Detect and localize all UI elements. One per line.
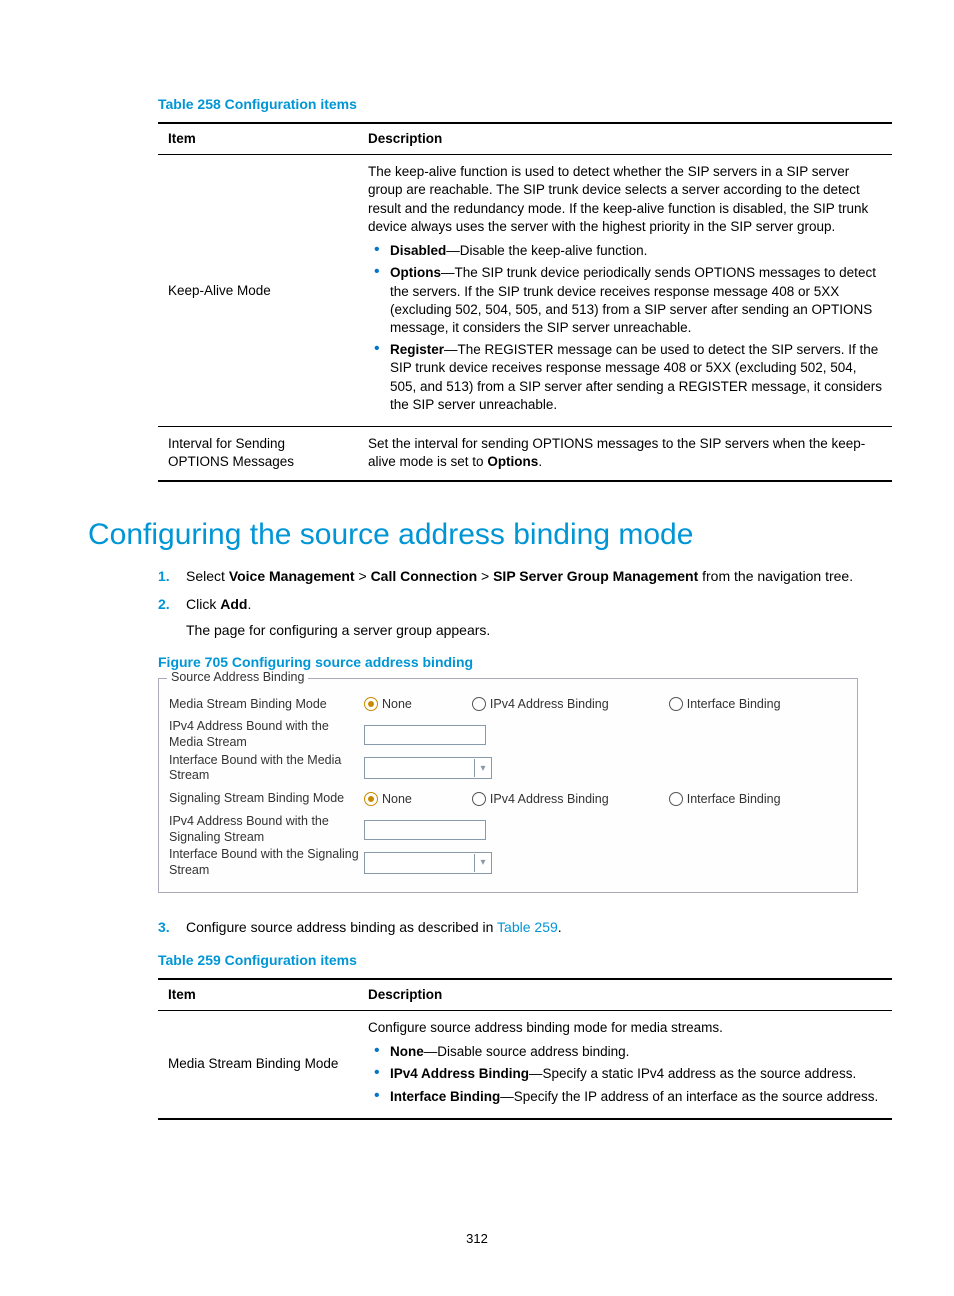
source-address-binding-fieldset: Source Address Binding Media Stream Bind…: [158, 678, 858, 893]
table-row: Keep-Alive Mode The keep-alive function …: [158, 155, 892, 427]
table-259-row0-intro: Configure source address binding mode fo…: [368, 1019, 882, 1037]
table-258-header-item: Item: [158, 123, 358, 155]
label-sig-ipv4: IPv4 Address Bound with the Signaling St…: [169, 814, 364, 845]
radio-sig-iface[interactable]: Interface Binding: [669, 792, 781, 806]
table-258-row0-item: Keep-Alive Mode: [158, 155, 358, 427]
select-sig-iface[interactable]: ▾: [364, 852, 492, 874]
list-item: Register—The REGISTER message can be use…: [368, 341, 882, 414]
radio-icon: [472, 697, 486, 711]
step-number: 2.: [158, 594, 170, 614]
step-2: 2. Click Add. The page for configuring a…: [158, 594, 868, 641]
row-media-ipv4: IPv4 Address Bound with the Media Stream: [169, 719, 847, 750]
chevron-down-icon: ▾: [474, 854, 491, 872]
figure-705-caption: Figure 705 Configuring source address bi…: [158, 654, 866, 670]
radio-icon: [669, 697, 683, 711]
step-2-sub: The page for configuring a server group …: [186, 620, 868, 640]
input-media-ipv4[interactable]: [364, 725, 486, 745]
step-number: 3.: [158, 917, 170, 937]
table-258: Item Description Keep-Alive Mode The kee…: [158, 122, 892, 482]
list-item: IPv4 Address Binding—Specify a static IP…: [368, 1065, 882, 1083]
radio-media-none[interactable]: None: [364, 697, 412, 711]
table-258-row0-bullets: Disabled—Disable the keep-alive function…: [368, 242, 882, 414]
label-sig-iface: Interface Bound with the Signaling Strea…: [169, 847, 364, 878]
row-sig-iface: Interface Bound with the Signaling Strea…: [169, 847, 847, 878]
list-item: Options—The SIP trunk device periodicall…: [368, 264, 882, 337]
table-259-row0-desc: Configure source address binding mode fo…: [358, 1010, 892, 1118]
table-259-header-item: Item: [158, 979, 358, 1011]
table-row: Interval for Sending OPTIONS Messages Se…: [158, 427, 892, 481]
step-3: 3. Configure source address binding as d…: [158, 917, 868, 937]
fieldset-legend: Source Address Binding: [167, 670, 308, 684]
row-media-mode: Media Stream Binding Mode None IPv4 Addr…: [169, 691, 847, 717]
list-item: None—Disable source address binding.: [368, 1043, 882, 1061]
input-sig-ipv4[interactable]: [364, 820, 486, 840]
steps-list: 1. Select Voice Management > Call Connec…: [158, 566, 868, 641]
section-heading: Configuring the source address binding m…: [88, 518, 866, 552]
step-1: 1. Select Voice Management > Call Connec…: [158, 566, 868, 586]
table-258-row1-item: Interval for Sending OPTIONS Messages: [158, 427, 358, 481]
table-258-row1-desc: Set the interval for sending OPTIONS mes…: [358, 427, 892, 481]
steps-list-cont: 3. Configure source address binding as d…: [158, 917, 868, 937]
page-number: 312: [0, 1231, 954, 1246]
radio-media-ipv4[interactable]: IPv4 Address Binding: [472, 697, 609, 711]
radio-sig-ipv4[interactable]: IPv4 Address Binding: [472, 792, 609, 806]
table-259-row0-bullets: None—Disable source address binding. IPv…: [368, 1043, 882, 1106]
table-258-caption: Table 258 Configuration items: [158, 96, 866, 112]
row-sig-ipv4: IPv4 Address Bound with the Signaling St…: [169, 814, 847, 845]
radio-icon: [472, 792, 486, 806]
table-258-row0-intro: The keep-alive function is used to detec…: [368, 163, 882, 236]
table-row: Media Stream Binding Mode Configure sour…: [158, 1010, 892, 1118]
radio-icon: [364, 697, 378, 711]
table-259: Item Description Media Stream Binding Mo…: [158, 978, 892, 1120]
label-sig-mode: Signaling Stream Binding Mode: [169, 791, 364, 807]
radio-media-iface[interactable]: Interface Binding: [669, 697, 781, 711]
link-table-259[interactable]: Table 259: [497, 919, 558, 935]
list-item: Disabled—Disable the keep-alive function…: [368, 242, 882, 260]
table-259-caption: Table 259 Configuration items: [158, 952, 866, 968]
radio-sig-none[interactable]: None: [364, 792, 412, 806]
chevron-down-icon: ▾: [474, 759, 491, 777]
radio-icon: [364, 792, 378, 806]
table-259-header-desc: Description: [358, 979, 892, 1011]
label-media-ipv4: IPv4 Address Bound with the Media Stream: [169, 719, 364, 750]
list-item: Interface Binding—Specify the IP address…: [368, 1088, 882, 1106]
row-media-iface: Interface Bound with the Media Stream ▾: [169, 753, 847, 784]
row-sig-mode: Signaling Stream Binding Mode None IPv4 …: [169, 786, 847, 812]
select-media-iface[interactable]: ▾: [364, 757, 492, 779]
table-258-row0-desc: The keep-alive function is used to detec…: [358, 155, 892, 427]
label-media-mode: Media Stream Binding Mode: [169, 697, 364, 713]
table-258-header-desc: Description: [358, 123, 892, 155]
step-number: 1.: [158, 566, 170, 586]
label-media-iface: Interface Bound with the Media Stream: [169, 753, 364, 784]
table-259-row0-item: Media Stream Binding Mode: [158, 1010, 358, 1118]
radio-icon: [669, 792, 683, 806]
